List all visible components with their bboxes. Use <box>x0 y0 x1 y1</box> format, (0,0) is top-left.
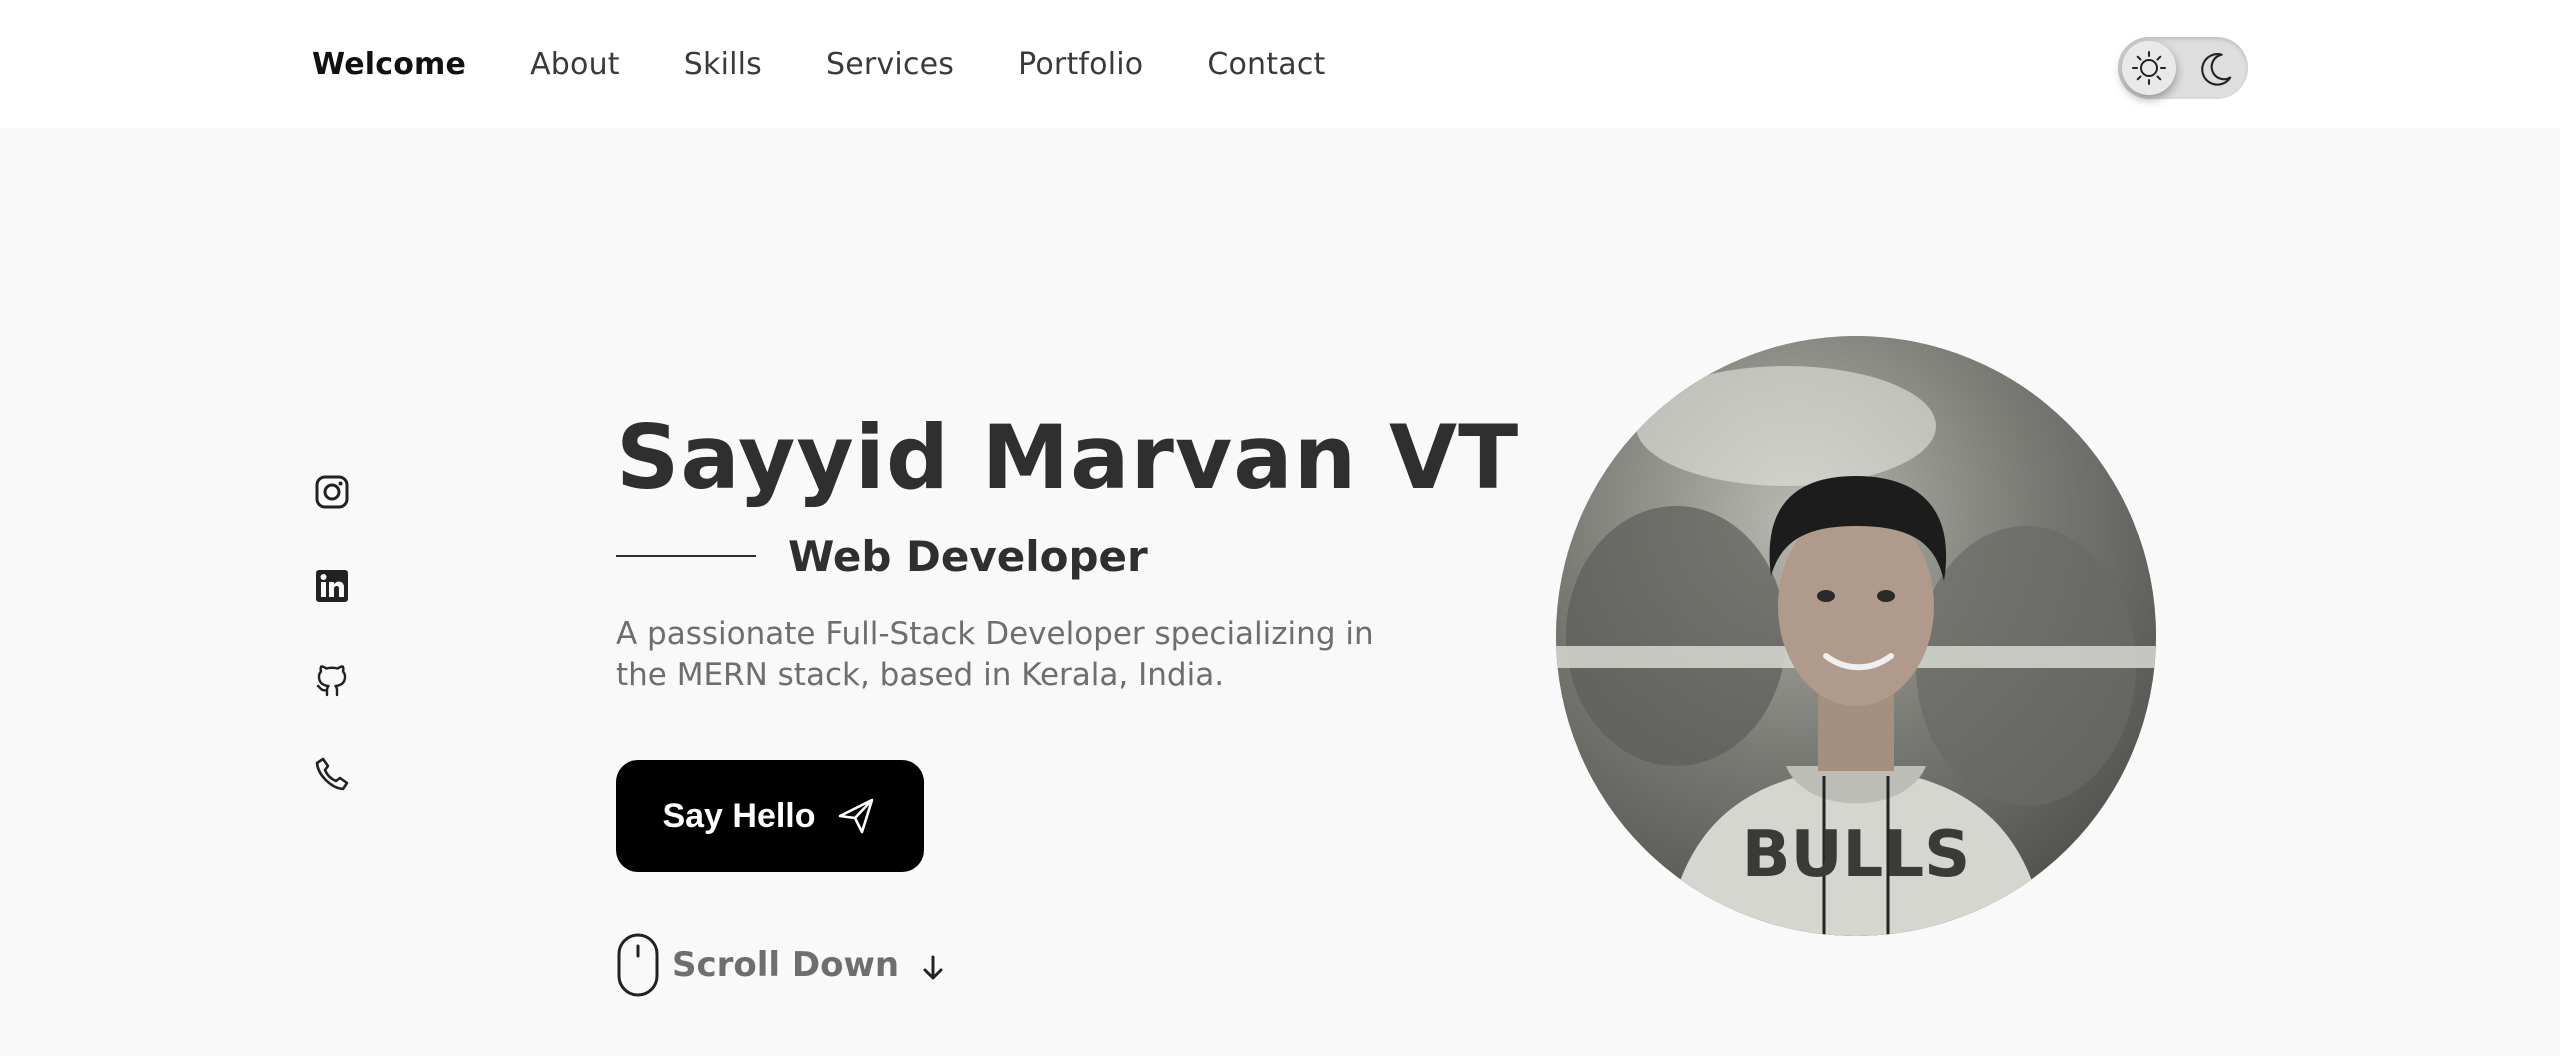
say-hello-button[interactable]: Say Hello <box>616 760 924 872</box>
nav-links: Welcome About Skills Services Portfolio … <box>312 0 1325 128</box>
nav-item-skills[interactable]: Skills <box>684 47 762 82</box>
instagram-icon[interactable] <box>312 472 352 512</box>
arrow-down-icon <box>923 955 943 980</box>
hero-name: Sayyid Marvan VT <box>616 406 1520 509</box>
linkedin-icon[interactable] <box>312 566 352 606</box>
scroll-down-link[interactable]: Scroll Down <box>616 932 1376 998</box>
nav-item-contact[interactable]: Contact <box>1207 47 1325 82</box>
scroll-down-label: Scroll Down <box>672 945 900 985</box>
hero-role: Web Developer <box>788 531 1148 581</box>
mouse-icon <box>617 933 659 997</box>
role-row: Web Developer <box>616 526 1376 586</box>
nav-item-welcome[interactable]: Welcome <box>312 47 466 82</box>
social-links <box>312 472 352 794</box>
toggle-knob <box>2122 41 2176 95</box>
moon-icon <box>2196 49 2236 89</box>
send-icon <box>838 798 873 834</box>
hero: Sayyid Marvan VT Web Developer A passion… <box>616 398 1520 998</box>
sun-icon <box>2132 51 2166 85</box>
profile-photo: BULLS <box>1556 336 2156 936</box>
nav-item-about[interactable]: About <box>530 47 620 82</box>
shirt-text: BULLS <box>1742 818 1970 892</box>
nav-item-portfolio[interactable]: Portfolio <box>1018 47 1143 82</box>
say-hello-label: Say Hello <box>662 796 816 835</box>
phone-icon[interactable] <box>312 754 352 794</box>
top-nav: Welcome About Skills Services Portfolio … <box>0 0 2560 128</box>
hero-description: A passionate Full-Stack Developer specia… <box>616 616 1374 693</box>
theme-toggle[interactable] <box>2118 37 2248 99</box>
role-divider <box>616 555 756 557</box>
github-icon[interactable] <box>312 660 352 700</box>
nav-item-services[interactable]: Services <box>826 47 954 82</box>
